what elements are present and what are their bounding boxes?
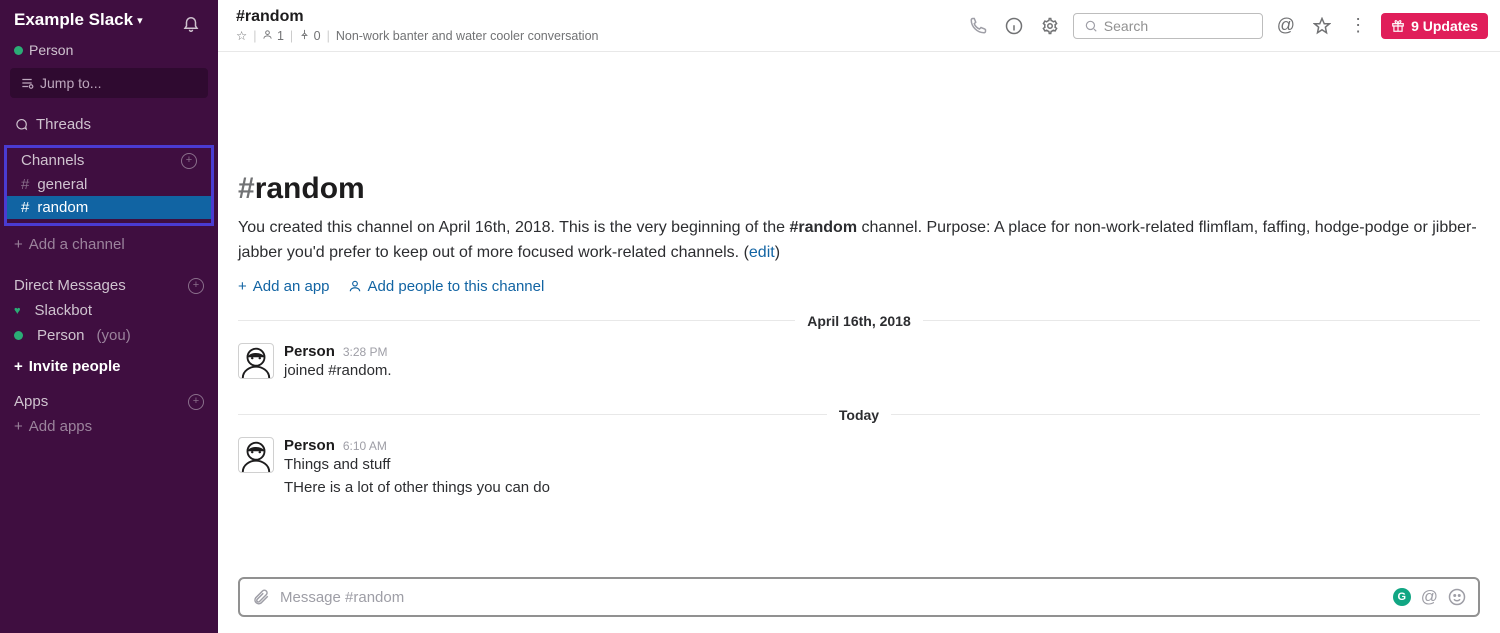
presence-online-icon	[14, 46, 23, 55]
add-channel-icon[interactable]: +	[181, 153, 197, 169]
hash-icon: #	[21, 199, 29, 216]
current-user[interactable]: Person	[0, 42, 218, 68]
main-panel: #random ☆ | 1 | 0 | Non-work banter and …	[218, 0, 1500, 633]
dm-header[interactable]: Direct Messages +	[0, 269, 218, 298]
call-icon[interactable]	[965, 13, 991, 39]
search-icon	[1084, 19, 1098, 33]
pins-count[interactable]: 0	[299, 29, 320, 43]
message-author[interactable]: Person	[284, 343, 335, 360]
star-channel-icon[interactable]: ☆	[236, 28, 247, 43]
composer-placeholder: Message #random	[280, 589, 404, 606]
threads-link[interactable]: Threads	[0, 112, 218, 137]
message-text: joined #random.	[284, 362, 392, 379]
message-author[interactable]: Person	[284, 437, 335, 454]
add-channel-link[interactable]: + Add a channel	[0, 232, 218, 257]
star-icon[interactable]	[1309, 13, 1335, 39]
message-row: Person 3:28 PM joined #random.	[238, 339, 1480, 389]
settings-gear-icon[interactable]	[1037, 13, 1063, 39]
attach-icon[interactable]	[252, 588, 270, 606]
emoji-icon[interactable]	[1448, 588, 1466, 606]
add-app-link[interactable]: + Add an app	[238, 278, 330, 295]
person-icon	[348, 279, 362, 293]
channel-intro-text: You created this channel on April 16th, …	[238, 216, 1478, 266]
channels-highlight-box: Channels + # general # random	[4, 145, 214, 226]
plus-icon: +	[14, 236, 23, 253]
presence-online-icon	[14, 331, 23, 340]
date-divider: April 16th, 2018	[238, 313, 1480, 329]
search-input[interactable]: Search	[1073, 13, 1263, 39]
dm-slackbot[interactable]: ♥ Slackbot	[0, 298, 218, 323]
mention-icon[interactable]: @	[1421, 587, 1438, 607]
plus-icon: +	[14, 358, 23, 375]
sidebar-channel-random[interactable]: # random	[7, 196, 211, 219]
info-icon[interactable]	[1001, 13, 1027, 39]
gift-icon	[1391, 19, 1405, 33]
date-divider: Today	[238, 407, 1480, 423]
heart-presence-icon: ♥	[14, 305, 21, 317]
workspace-switcher[interactable]: Example Slack ▾	[14, 10, 143, 30]
message-time: 6:10 AM	[343, 439, 387, 453]
plus-icon: +	[14, 418, 23, 435]
message-text: Things and stuff	[284, 456, 550, 473]
more-menu-icon[interactable]: ⋮	[1345, 11, 1371, 40]
notifications-bell-icon[interactable]	[178, 10, 204, 36]
mentions-icon[interactable]: @	[1273, 11, 1299, 40]
plus-icon: +	[238, 278, 247, 295]
avatar[interactable]	[238, 437, 274, 473]
channel-topbar: #random ☆ | 1 | 0 | Non-work banter and …	[218, 0, 1500, 52]
jump-to-placeholder: Jump to...	[40, 75, 101, 91]
message-pane: #random You created this channel on Apri…	[218, 52, 1500, 577]
add-app-icon[interactable]: +	[188, 394, 204, 410]
sidebar-channel-general[interactable]: # general	[7, 173, 211, 196]
apps-header[interactable]: Apps +	[0, 385, 218, 414]
hash-icon: #	[21, 176, 29, 193]
updates-button[interactable]: 9 Updates	[1381, 13, 1488, 39]
edit-purpose-link[interactable]: edit	[749, 244, 775, 261]
new-dm-icon[interactable]: +	[188, 278, 204, 294]
add-apps-link[interactable]: + Add apps	[0, 414, 218, 439]
channels-header[interactable]: Channels +	[7, 150, 211, 173]
add-people-link[interactable]: Add people to this channel	[348, 278, 545, 295]
message-time: 3:28 PM	[343, 345, 388, 359]
invite-people-link[interactable]: + Invite people	[0, 348, 218, 385]
chevron-down-icon: ▾	[137, 14, 143, 27]
message-row: Person 6:10 AM Things and stuff THere is…	[238, 433, 1480, 506]
channel-topic[interactable]: Non-work banter and water cooler convers…	[336, 29, 599, 43]
search-placeholder: Search	[1104, 18, 1148, 34]
avatar[interactable]	[238, 343, 274, 379]
members-count[interactable]: 1	[262, 29, 283, 43]
grammarly-icon[interactable]: G	[1393, 588, 1411, 606]
jump-icon	[20, 76, 34, 90]
message-text: THere is a lot of other things you can d…	[284, 479, 550, 496]
dm-self[interactable]: Person (you)	[0, 323, 218, 348]
thread-icon	[14, 118, 28, 132]
message-composer[interactable]: Message #random G @	[238, 577, 1480, 617]
channel-intro-title: #random	[238, 172, 1480, 206]
channel-title: #random	[236, 8, 598, 26]
sidebar: Example Slack ▾ Person Jump to... Thread…	[0, 0, 218, 633]
workspace-name: Example Slack	[14, 10, 133, 30]
jump-to-input[interactable]: Jump to...	[10, 68, 208, 98]
